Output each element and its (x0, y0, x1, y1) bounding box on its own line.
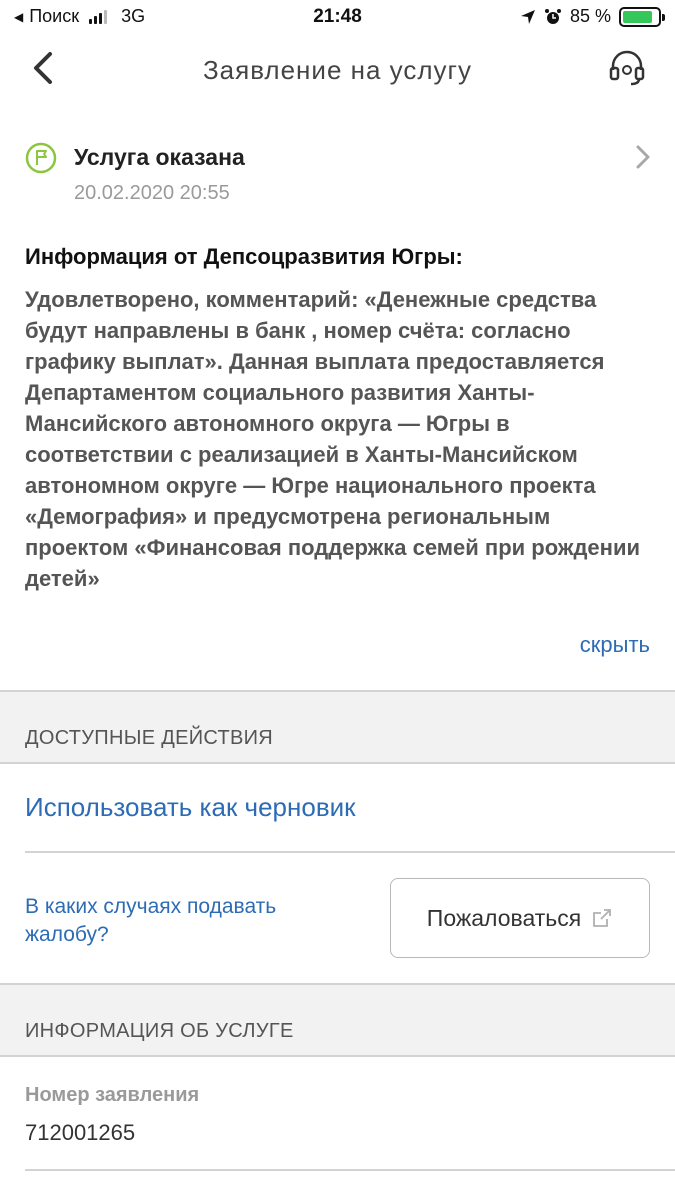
service-info-header: ИНФОРМАЦИЯ ОБ УСЛУГЕ (0, 983, 675, 1057)
external-link-icon (593, 909, 612, 927)
complaint-button-label: Пожаловаться (426, 904, 582, 931)
available-actions-header: ДОСТУПНЫЕ ДЕЙСТВИЯ (0, 690, 675, 764)
service-status-date: 20.02.2020 20:55 (74, 182, 230, 204)
service-info-title: ИНФОРМАЦИЯ ОБ УСЛУГЕ (25, 1020, 294, 1042)
info-comment-text: Удовлетворено, комментарий: «Денежные ср… (25, 287, 640, 591)
complaint-help-link[interactable]: В каких случаях подавать жалобу? (25, 893, 285, 949)
application-number-label: Номер заявления (25, 1084, 200, 1106)
battery-percent: 85 % (569, 6, 611, 26)
use-as-draft-link[interactable]: Использовать как черновик (25, 792, 356, 823)
complaint-button[interactable]: Пожаловаться (390, 878, 650, 958)
info-heading: Информация от Депсоцразвития Югры: (25, 244, 463, 269)
navigation-bar: Заявление на услугу (0, 36, 675, 102)
service-status-title: Услуга оказана (74, 144, 245, 170)
battery-icon (619, 6, 665, 27)
hide-link[interactable]: скрыть (580, 632, 650, 658)
battery-level-fill (623, 10, 652, 23)
status-bar: ◀ Поиск 3G 21:48 85 % (0, 0, 675, 36)
location-arrow-icon (520, 9, 535, 24)
chevron-right-icon (636, 145, 650, 169)
divider (25, 1169, 675, 1171)
available-actions-title: ДОСТУПНЫЕ ДЕЙСТВИЯ (25, 727, 274, 749)
alarm-icon (544, 8, 561, 24)
divider (25, 851, 675, 853)
flag-status-icon (25, 142, 57, 174)
application-number-value: 712001265 (25, 1120, 136, 1145)
status-bar-right: 85 % (520, 6, 665, 27)
service-status-row[interactable]: Услуга оказана 20.02.2020 20:55 (0, 130, 675, 220)
page-title: Заявление на услугу (202, 55, 473, 85)
support-headset-icon[interactable] (607, 48, 647, 88)
